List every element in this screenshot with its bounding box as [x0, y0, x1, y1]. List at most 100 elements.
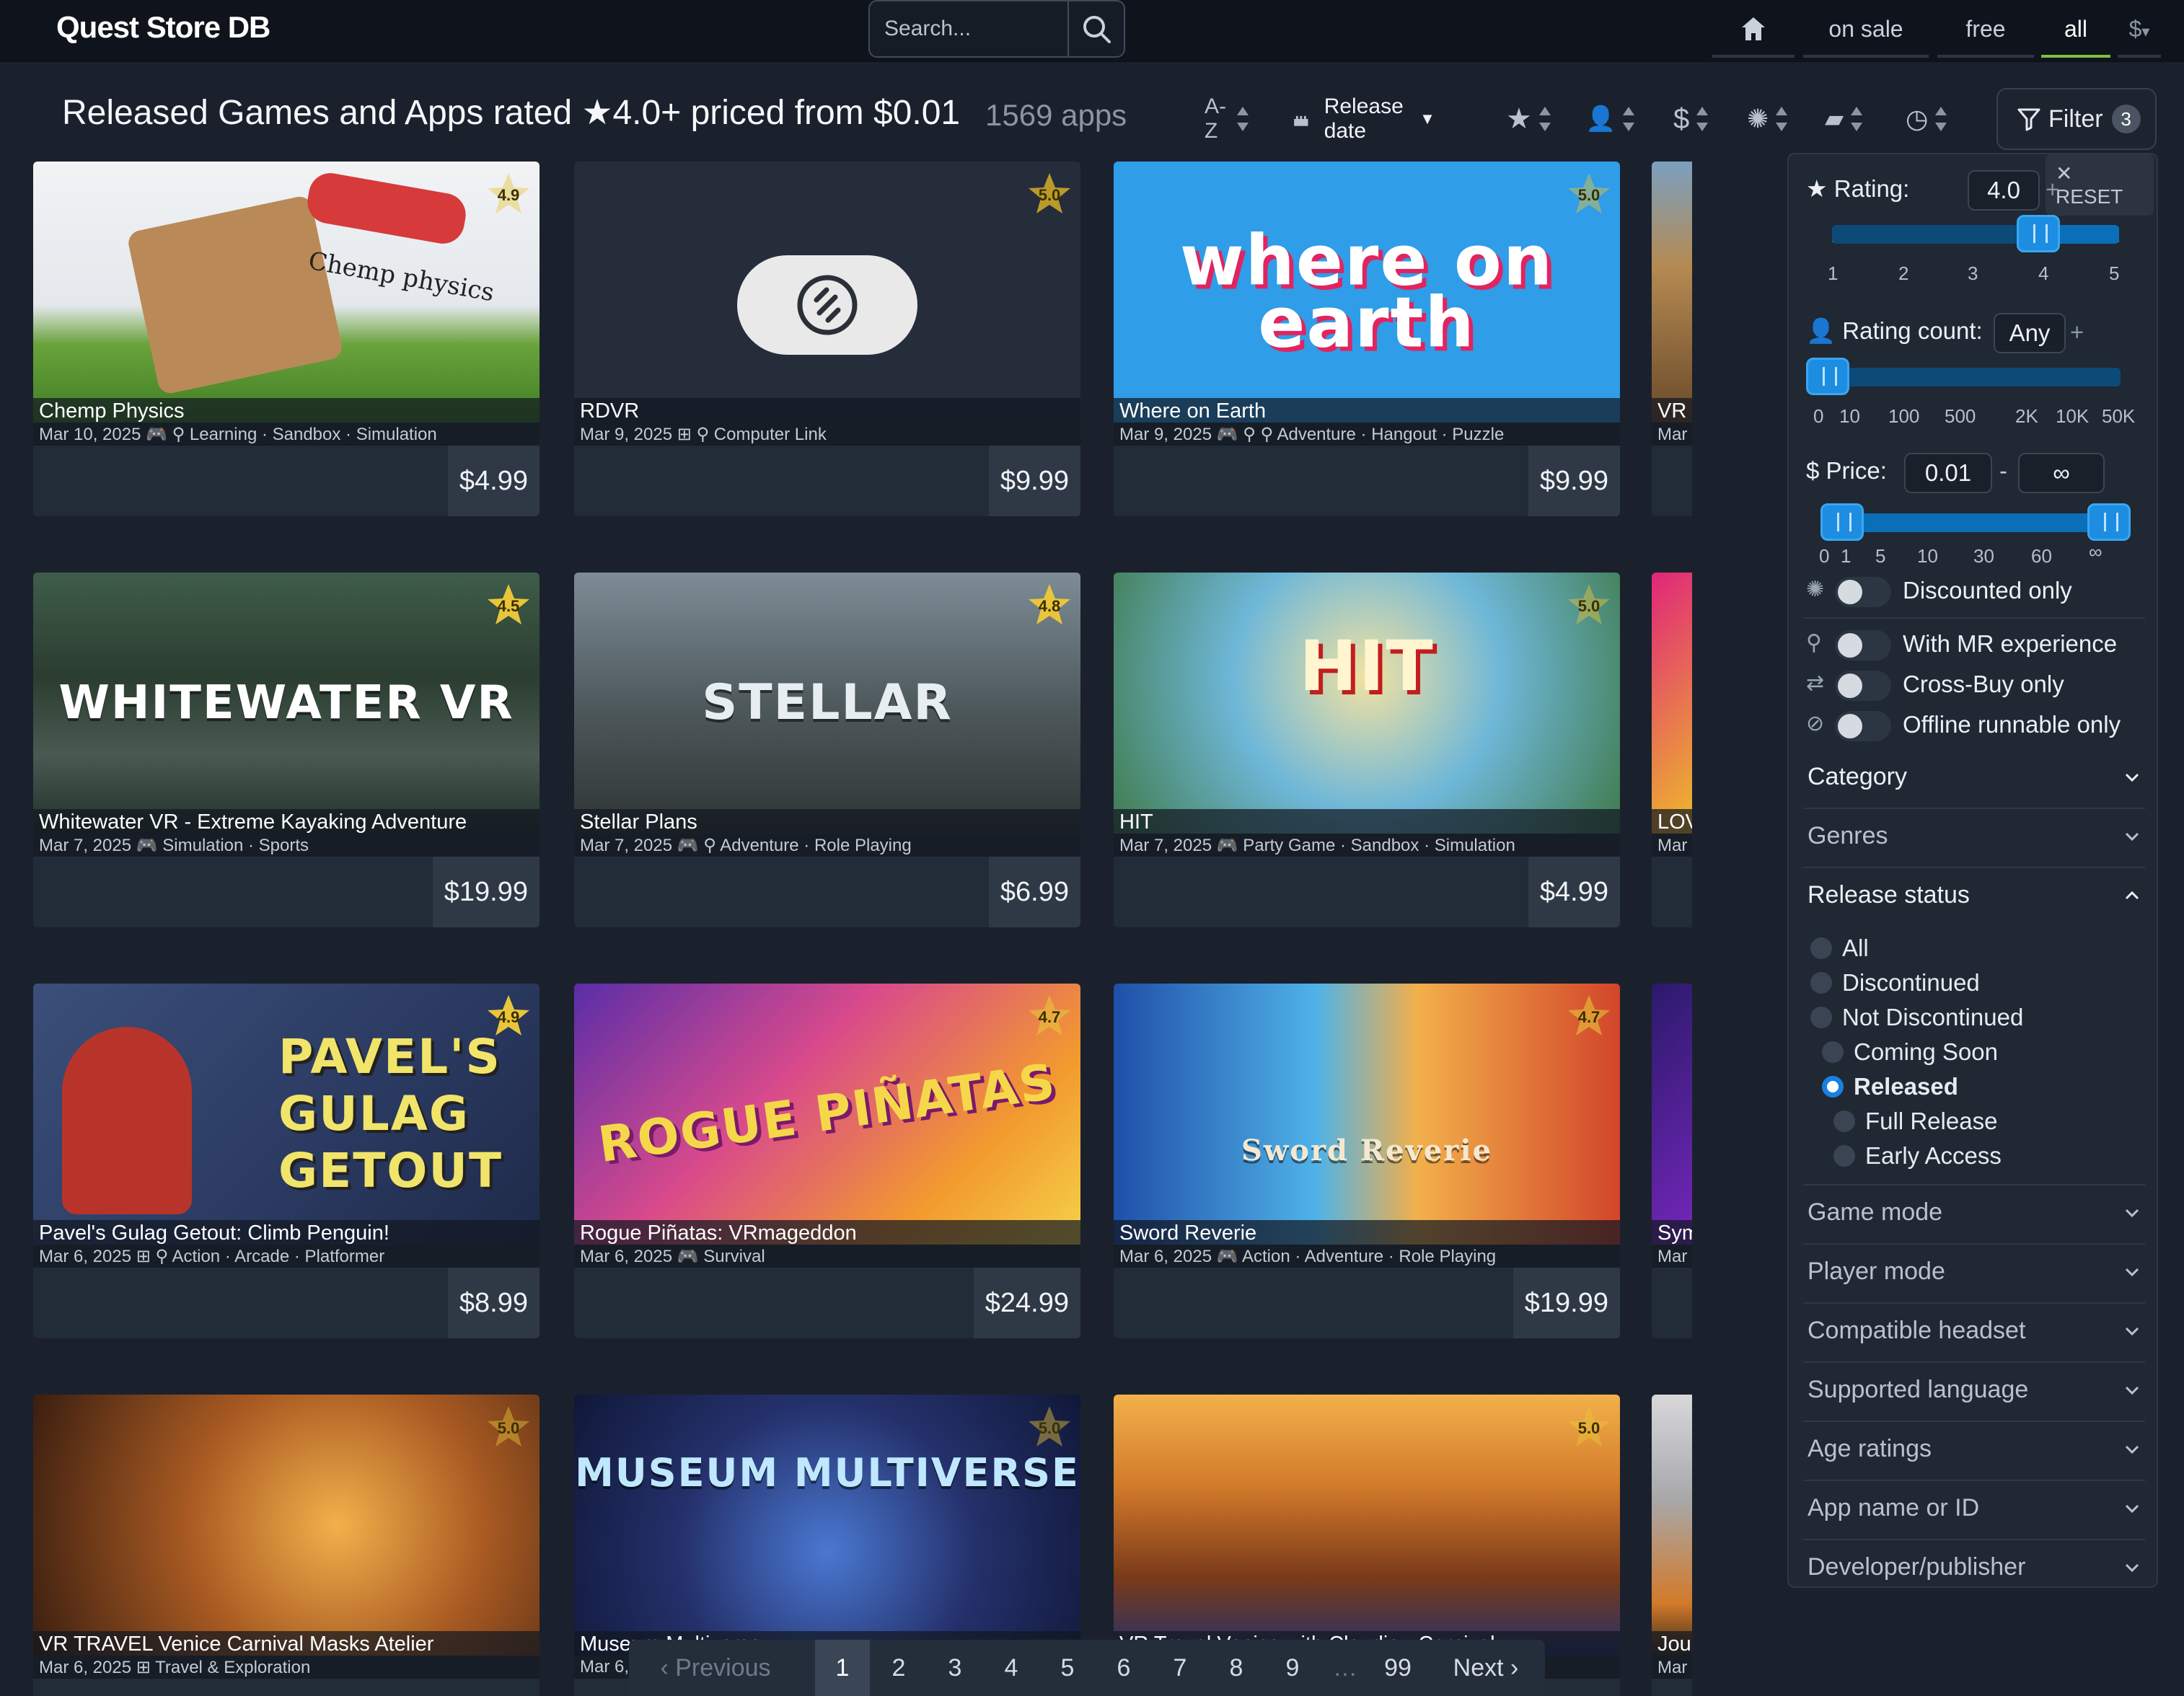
radio-all[interactable]	[1810, 937, 1832, 959]
app-card[interactable]: ROGUE PIÑATAS 4.7 Rogue Piñatas: VRmaged…	[574, 984, 1080, 1338]
sort-size[interactable]: ▰	[1825, 94, 1863, 144]
app-card[interactable]: Chemp physics 4.9 Chemp Physics Mar 10, …	[33, 162, 540, 516]
count-slider-handle[interactable]	[1806, 358, 1849, 395]
app-card[interactable]: WHITEWATER VR 4.5 Whitewater VR - Extrem…	[33, 573, 540, 927]
page-8[interactable]: 8	[1209, 1640, 1264, 1696]
sort-release-date[interactable]: Release date ▼	[1291, 94, 1435, 144]
app-card[interactable]: 5.0 VR TRAVEL Venice Carnival Masks Atel…	[33, 1395, 540, 1696]
price-min-input[interactable]: 0.01	[1904, 453, 1992, 493]
next-button[interactable]: Next ›	[1430, 1640, 1542, 1696]
rating-count-input[interactable]: Any	[1994, 313, 2066, 353]
page-9[interactable]: 9	[1265, 1640, 1320, 1696]
page-7[interactable]: 7	[1153, 1640, 1207, 1696]
section-compatible-headset[interactable]: Compatible headset	[1803, 1304, 2145, 1363]
tick-label: 1	[1841, 545, 1851, 567]
chevron-down-icon	[2125, 1327, 2139, 1336]
offline-toggle[interactable]	[1835, 711, 1891, 741]
app-card[interactable]: LOVESICK Mar 6, 2025 🎮	[1652, 573, 1692, 927]
app-card[interactable]: 5.0 RDVR Mar 9, 2025 ⊞ ⚲ Computer Link $…	[574, 162, 1080, 516]
rating-value: 4.7	[1038, 1008, 1061, 1026]
section-genres[interactable]: Genres	[1803, 809, 2145, 868]
app-card[interactable]: Sword Reverie 4.7 Sword Reverie Mar 6, 2…	[1114, 984, 1620, 1338]
nav-home[interactable]	[1712, 0, 1795, 58]
radio-released[interactable]	[1822, 1076, 1844, 1097]
rating-value: 4.9	[497, 1008, 520, 1026]
app-card[interactable]: PAVEL'S GULAG GETOUT 4.9 Pavel's Gulag G…	[33, 984, 540, 1338]
rating-value: 5.0	[1038, 1419, 1061, 1437]
page-2[interactable]: 2	[871, 1640, 926, 1696]
app-card[interactable]: where on earth 5.0 Where on Earth Mar 9,…	[1114, 162, 1620, 516]
section-age-ratings[interactable]: Age ratings	[1803, 1422, 2145, 1481]
page-4[interactable]: 4	[984, 1640, 1039, 1696]
search-input[interactable]	[884, 13, 1072, 45]
rating-slider-handle[interactable]	[2017, 215, 2060, 252]
page-6[interactable]: 6	[1096, 1640, 1151, 1696]
app-meta: Mar 5, 2025 🎮 Adventure · Platformer · P…	[1657, 1658, 1692, 1677]
currency-selector[interactable]: $▾	[2118, 0, 2161, 58]
rating-value: 4.7	[1577, 1008, 1600, 1026]
chevron-down-icon	[2125, 773, 2139, 782]
radio-full-release[interactable]	[1833, 1110, 1855, 1132]
radio-discontinued[interactable]	[1810, 972, 1832, 994]
nav-on-sale[interactable]: on sale	[1803, 0, 1929, 58]
page-1[interactable]: 1	[815, 1640, 870, 1696]
app-meta: Mar 9, 2025 🎮 ⚲ ⚲ Adventure · Hangout · …	[1119, 425, 1505, 444]
price-min-handle[interactable]	[1820, 503, 1864, 541]
app-meta: Mar 7, 2025 ⊞	[1657, 425, 1692, 444]
search-icon[interactable]	[1079, 12, 1115, 48]
mr-toggle[interactable]	[1835, 630, 1891, 661]
nav-free[interactable]: free	[1937, 0, 2034, 58]
tick-label: 60	[2031, 545, 2052, 567]
brand-logo[interactable]: Quest Store DB	[56, 10, 270, 45]
page-3[interactable]: 3	[928, 1640, 982, 1696]
section-supported-language[interactable]: Supported language	[1803, 1363, 2145, 1422]
sort-rating[interactable]: ★	[1506, 94, 1551, 144]
section-release-status[interactable]: Release status All Discontinued Not Disc…	[1803, 868, 2145, 1185]
app-card[interactable]: STELLAR 4.8 Stellar Plans Mar 7, 2025 🎮 …	[574, 573, 1080, 927]
sort-updated[interactable]: ◷	[1906, 94, 1947, 144]
app-card[interactable]: SY Symphoni Mar 6, 2025 🎮	[1652, 984, 1692, 1338]
price-max-handle[interactable]	[2087, 503, 2131, 541]
sort-discount[interactable]: ✺	[1747, 94, 1788, 144]
section-app-name[interactable]: App name or ID	[1803, 1481, 2145, 1540]
app-card[interactable]: VR Travel Ven Mar 7, 2025 ⊞	[1652, 162, 1692, 516]
section-game-mode[interactable]: Game mode	[1803, 1185, 2145, 1245]
app-meta: Mar 6, 2025 🎮	[1657, 1247, 1692, 1266]
price-tag: $19.99	[1512, 1268, 1620, 1338]
search-box[interactable]	[868, 0, 1125, 58]
page-5[interactable]: 5	[1040, 1640, 1095, 1696]
radio-coming-soon[interactable]	[1822, 1041, 1844, 1063]
section-category[interactable]: Category	[1803, 750, 2145, 809]
crossbuy-toggle[interactable]	[1835, 671, 1891, 701]
sort-price[interactable]: $	[1673, 94, 1709, 144]
section-player-mode[interactable]: Player mode	[1803, 1245, 2145, 1304]
section-label: Genres	[1807, 822, 1888, 849]
app-name: LOVESICK	[1657, 811, 1692, 834]
app-card[interactable]: Journey Up Mar 5, 2025 🎮 Adventure · Pla…	[1652, 1395, 1692, 1696]
star-icon: ★	[1806, 175, 1828, 202]
radio-early-access[interactable]	[1833, 1145, 1855, 1167]
app-card[interactable]: HIT 5.0 HIT Mar 7, 2025 🎮 Party Game · S…	[1114, 573, 1620, 927]
filter-button[interactable]: Filter 3	[1996, 88, 2157, 150]
previous-button[interactable]: ‹ Previous	[629, 1640, 802, 1696]
card-info: Rogue Piñatas: VRmageddon Mar 6, 2025 🎮 …	[574, 1220, 1080, 1268]
discounted-label: Discounted only	[1903, 577, 2072, 604]
thumb-caption: Chemp physics	[306, 246, 497, 308]
thumb-caption: Sword Reverie	[1241, 1133, 1493, 1167]
sort-az[interactable]: A-Z	[1205, 94, 1249, 144]
rating-input[interactable]: 4.0	[1968, 170, 2040, 211]
nav-all[interactable]: all	[2041, 0, 2110, 58]
section-label: Compatible headset	[1807, 1317, 2026, 1344]
radio-not-discontinued[interactable]	[1810, 1007, 1832, 1028]
page-99[interactable]: 99	[1370, 1640, 1425, 1696]
price-max-input[interactable]: ∞	[2018, 453, 2105, 493]
discounted-toggle[interactable]	[1835, 577, 1891, 607]
sort-rating-count[interactable]: 👤	[1585, 94, 1635, 144]
tick-label: 30	[1973, 545, 1994, 567]
section-developer[interactable]: Developer/publisher	[1803, 1540, 2145, 1586]
range-dash: -	[1999, 457, 2007, 484]
app-thumbnail	[1652, 573, 1692, 834]
reset-button[interactable]: ✕ RESET	[2046, 154, 2154, 216]
rating-badge: 5.0	[1565, 170, 1613, 218]
section-label: Supported language	[1807, 1376, 2029, 1403]
